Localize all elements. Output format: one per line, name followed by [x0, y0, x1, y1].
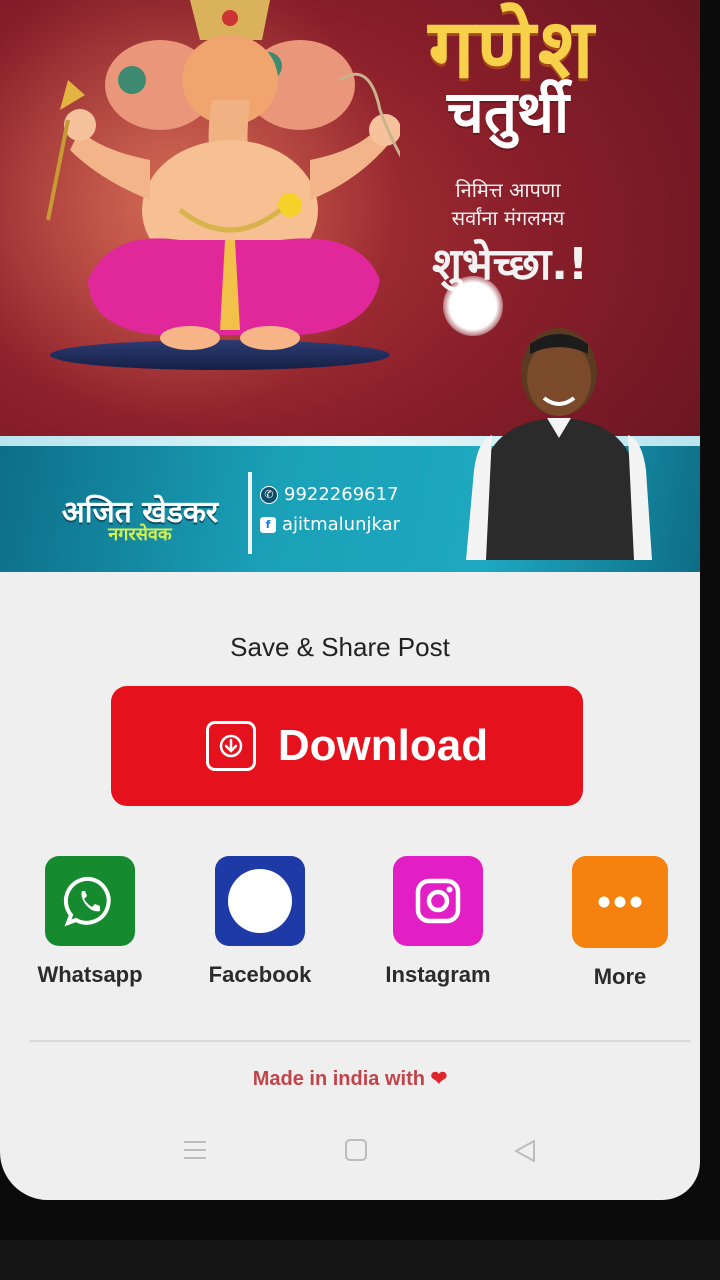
instagram-icon: [393, 856, 483, 946]
heart-icon: ❤: [430, 1068, 448, 1090]
phone-icon: ✆: [260, 485, 278, 504]
android-nav-bar: [0, 1130, 700, 1180]
share-instagram-label: Instagram: [385, 962, 491, 987]
share-facebook-label: Facebook: [208, 962, 312, 987]
strip-divider: [248, 472, 252, 554]
recents-menu-icon[interactable]: [182, 1138, 208, 1162]
contact-phone: ✆ 9922269617: [260, 484, 399, 505]
facebook-small-icon: f: [260, 516, 276, 533]
contact-facebook: f ajitmalunjkar: [260, 514, 400, 535]
download-icon: [205, 721, 256, 771]
poster-wish-big: शुभेच्छा.!: [431, 239, 589, 290]
share-more[interactable]: More: [550, 856, 690, 990]
download-button[interactable]: Download: [111, 686, 583, 806]
post-preview: गणेश चतुर्थी निमित्त आपणा सर्वांना मंगलम…: [0, 0, 700, 572]
poster-wish-line-2: सर्वांना मंगलमय: [451, 206, 565, 230]
sheet-divider: [30, 1040, 690, 1042]
made-in-india-footer: Made in india with ❤: [0, 1066, 700, 1091]
contact-facebook-text: ajitmalunjkar: [282, 514, 401, 535]
home-square-icon[interactable]: [344, 1138, 368, 1162]
share-instagram[interactable]: Instagram: [368, 856, 508, 988]
leader-photo: [466, 328, 652, 560]
whatsapp-icon: [45, 856, 135, 946]
more-icon: [572, 856, 668, 948]
poster-wish-line-1: निमित्त आपणा: [455, 178, 561, 202]
share-whatsapp-label: Whatsapp: [37, 962, 143, 987]
footer-text: Made in india with: [252, 1068, 425, 1090]
share-facebook[interactable]: Facebook: [190, 856, 330, 988]
phone-frame: गणेश चतुर्थी निमित्त आपणा सर्वांना मंगलम…: [0, 0, 720, 1240]
facebook-icon: [215, 856, 305, 946]
back-triangle-icon[interactable]: [512, 1138, 538, 1164]
download-label: Download: [277, 721, 489, 770]
ganesha-idol-image: [46, 0, 400, 350]
share-more-label: More: [593, 964, 647, 989]
poster-subtitle: चतुर्थी: [447, 78, 569, 146]
sheet-title: Save & Share Post: [230, 632, 450, 662]
contact-phone-text: 9922269617: [284, 484, 399, 505]
leader-role: नगरसेवक: [108, 524, 172, 545]
share-whatsapp[interactable]: Whatsapp: [20, 856, 160, 988]
screen: गणेश चतुर्थी निमित्त आपणा सर्वांना मंगलम…: [0, 0, 700, 1200]
